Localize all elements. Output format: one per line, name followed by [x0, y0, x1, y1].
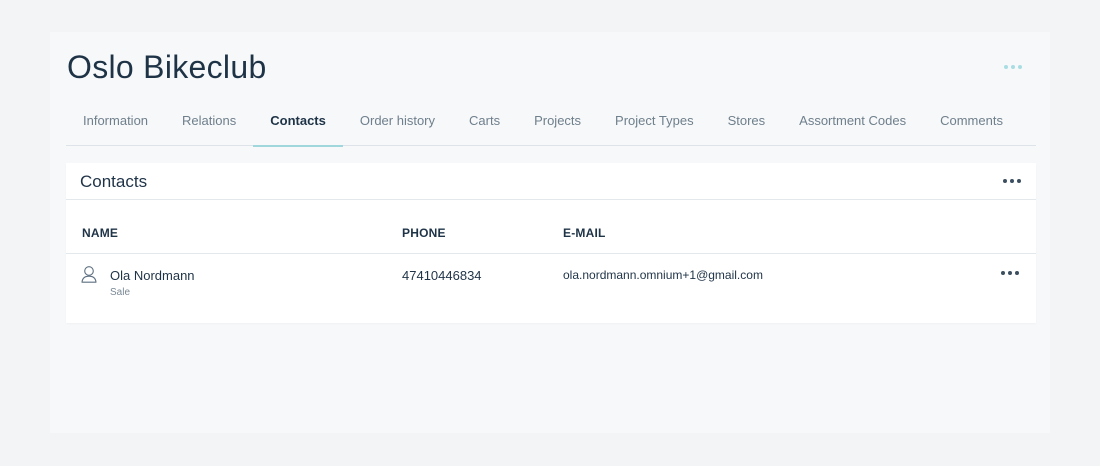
- tab-contacts[interactable]: Contacts: [253, 94, 343, 147]
- tab-assortment-codes[interactable]: Assortment Codes: [782, 94, 923, 146]
- contact-phone: 47410446834: [402, 268, 482, 283]
- card-header: Contacts: [66, 163, 1036, 200]
- table-row[interactable]: Ola Nordmann Sale 47410446834 ola.nordma…: [66, 254, 1036, 314]
- header-more-icon[interactable]: [1000, 60, 1026, 74]
- tab-carts[interactable]: Carts: [452, 94, 517, 146]
- page-title: Oslo Bikeclub: [67, 49, 267, 85]
- person-icon: [81, 266, 97, 283]
- card-more-icon[interactable]: [1001, 175, 1023, 187]
- tab-order-history[interactable]: Order history: [343, 94, 452, 146]
- tab-comments[interactable]: Comments: [923, 94, 1020, 146]
- tab-relations[interactable]: Relations: [165, 94, 253, 146]
- contact-name[interactable]: Ola Nordmann: [110, 268, 195, 283]
- card-title: Contacts: [80, 172, 148, 191]
- column-header-name[interactable]: NAME: [82, 226, 118, 240]
- row-more-icon[interactable]: [999, 267, 1021, 279]
- contact-role: Sale: [110, 287, 131, 298]
- tab-information[interactable]: Information: [66, 94, 165, 146]
- tab-stores[interactable]: Stores: [711, 94, 783, 146]
- tab-projects[interactable]: Projects: [517, 94, 598, 146]
- column-header-email[interactable]: E-MAIL: [563, 226, 606, 240]
- contacts-card: Contacts NAME PHONE E-MAIL Ola Nordmann …: [66, 163, 1036, 323]
- table-header: NAME PHONE E-MAIL: [66, 200, 1036, 254]
- customer-panel: Oslo Bikeclub Information Relations Cont…: [50, 32, 1050, 433]
- column-header-phone[interactable]: PHONE: [402, 226, 446, 240]
- tab-bar: Information Relations Contacts Order his…: [66, 94, 1036, 147]
- tab-project-types[interactable]: Project Types: [598, 94, 711, 146]
- contact-email: ola.nordmann.omnium+1@gmail.com: [563, 268, 763, 282]
